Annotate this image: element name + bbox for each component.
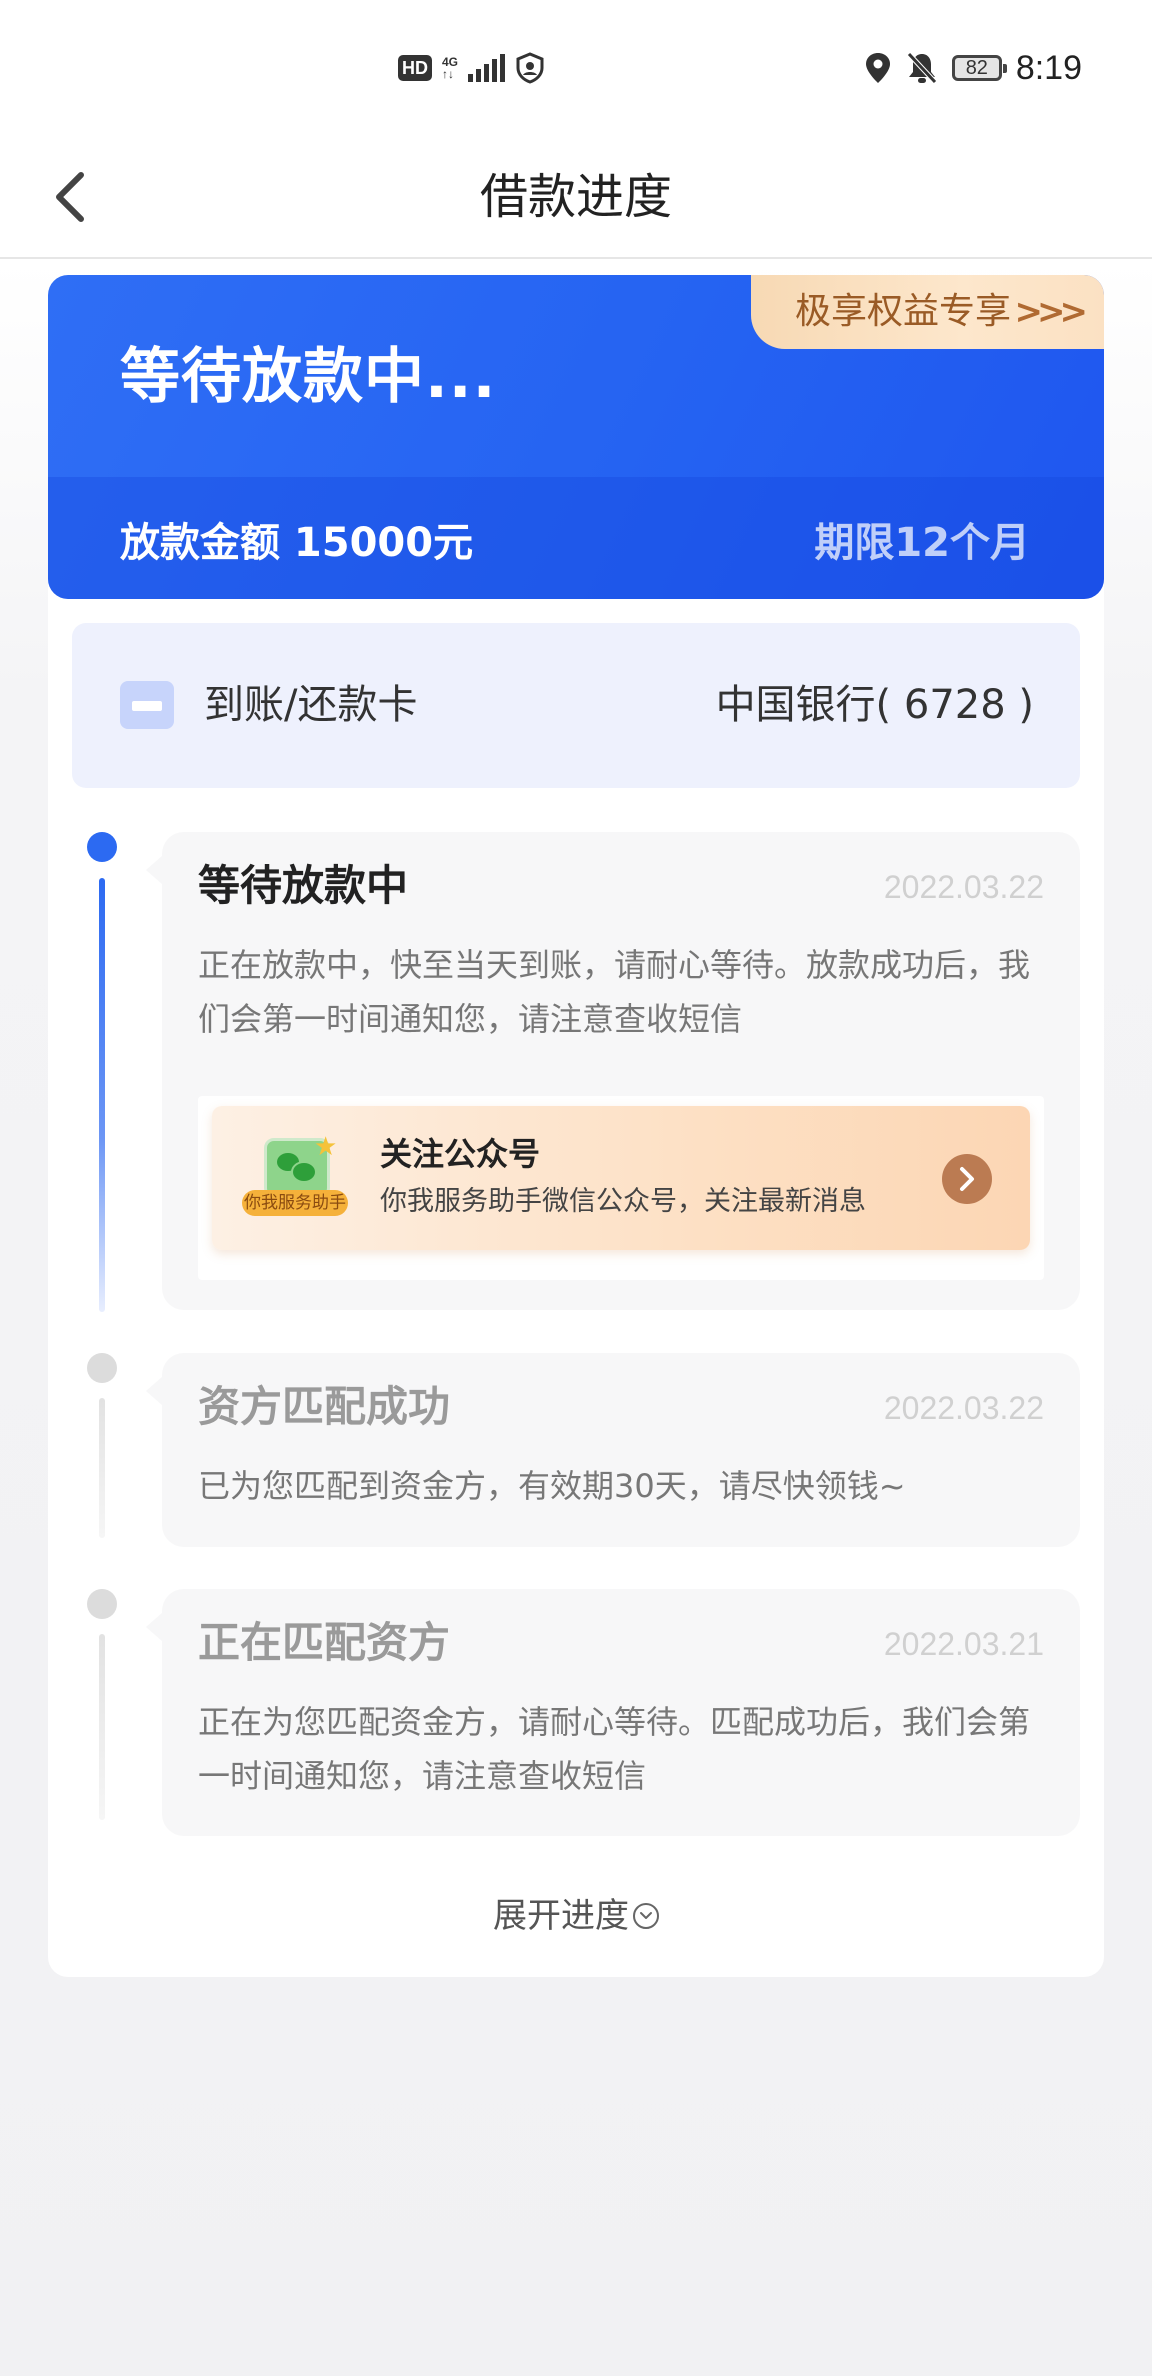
chevron-right-icon: [960, 1167, 974, 1191]
step-date: 2022.03.22: [883, 1390, 1044, 1426]
status-banner: 等待放款中... 极享权益专享 >>> 放款金额 15000元 期限12个月: [48, 275, 1104, 599]
promo-container: ★ 你我服务助手 关注公众号 你我服务助手微信公众号，关注最新消息: [198, 1096, 1044, 1280]
timeline-dot-active: [87, 832, 117, 862]
signal-icon: [468, 54, 506, 82]
step-date: 2022.03.21: [883, 1626, 1044, 1662]
chevron-down-circle-icon: [633, 1903, 659, 1929]
status-time: 8:19: [1015, 48, 1082, 87]
status-left-icons: HD 4G ↑↓: [398, 48, 545, 88]
repayment-card-value: 中国银行( 6728 ): [715, 682, 1034, 728]
nav-bar: 借款进度: [0, 135, 1152, 259]
hd-badge: HD: [398, 55, 432, 81]
banner-status-title: 等待放款中...: [120, 342, 497, 412]
network-type-icon: 4G ↑↓: [442, 55, 459, 81]
step-title: 资方匹配成功: [198, 1382, 451, 1431]
perk-label: 极享权益专享: [795, 291, 1012, 332]
promo-go-button[interactable]: [942, 1154, 992, 1204]
loan-term: 期限12个月: [814, 520, 1030, 566]
repayment-card-row[interactable]: 到账/还款卡 中国银行( 6728 ): [72, 623, 1080, 788]
step-title: 正在匹配资方: [198, 1618, 451, 1667]
perk-exclusive-button[interactable]: 极享权益专享 >>>: [751, 275, 1104, 349]
step-title: 等待放款中: [198, 861, 409, 910]
step-description: 已为您匹配到资金方，有效期30天，请尽快领钱~: [198, 1467, 906, 1505]
mute-bell-icon: [906, 52, 937, 84]
timeline-step: 等待放款中 2022.03.22 正在放款中，快至当天到账，请耐心等待。放款成功…: [146, 832, 1080, 1310]
assistant-badge: 你我服务助手: [242, 1190, 348, 1216]
status-bar: HD 4G ↑↓ 82 8:19: [0, 0, 1152, 135]
triple-chevron-right-icon: >>>: [1014, 292, 1089, 332]
status-right-icons: 82 8:19: [864, 46, 1082, 90]
timeline-line: [99, 1398, 105, 1538]
timeline-line: [99, 878, 105, 1312]
timeline-step: 正在匹配资方 2022.03.21 正在为您匹配资金方，请耐心等待。匹配成功后，…: [146, 1589, 1080, 1836]
timeline-step: 资方匹配成功 2022.03.22 已为您匹配到资金方，有效期30天，请尽快领钱…: [146, 1353, 1080, 1547]
loan-amount: 放款金额 15000元: [120, 520, 474, 566]
timeline-dot: [87, 1353, 117, 1383]
step-description: 正在放款中，快至当天到账，请耐心等待。放款成功后，我们会第一时间通知您，请注意查…: [198, 946, 1031, 1038]
page-title: 借款进度: [479, 169, 672, 225]
step-description: 正在为您匹配资金方，请耐心等待。匹配成功后，我们会第一时间通知您，请注意查收短信: [198, 1703, 1031, 1795]
promo-title: 关注公众号: [380, 1135, 541, 1173]
security-shield-icon: [516, 52, 544, 84]
battery-icon: 82: [951, 55, 1007, 81]
card-icon: [120, 681, 174, 729]
location-icon: [865, 53, 890, 83]
timeline-line: [99, 1634, 105, 1820]
step-date: 2022.03.22: [883, 869, 1044, 905]
expand-progress-button[interactable]: 展开进度: [0, 1890, 1152, 1942]
repayment-card-label: 到账/还款卡: [204, 682, 418, 728]
star-icon: ★: [314, 1132, 338, 1162]
promo-subtitle: 你我服务助手微信公众号，关注最新消息: [380, 1186, 866, 1217]
follow-official-account-banner[interactable]: ★ 你我服务助手 关注公众号 你我服务助手微信公众号，关注最新消息: [212, 1106, 1030, 1250]
expand-progress-label: 展开进度: [493, 1896, 629, 1936]
wechat-assistant-illustration: ★ 你我服务助手: [242, 1132, 348, 1222]
timeline-dot: [87, 1589, 117, 1619]
